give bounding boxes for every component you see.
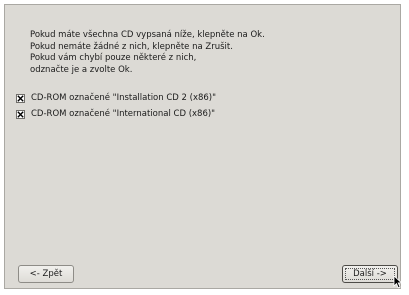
instruction-line: Pokud máte všechna CD vypsaná níže, klep… xyxy=(30,30,265,40)
x-check-icon xyxy=(17,94,24,102)
cd-item-label: CD-ROM označené "International CD (x86)" xyxy=(31,109,216,119)
instruction-line: Pokud nemáte žádné z nich, klepněte na Z… xyxy=(30,41,233,52)
focus-ring xyxy=(345,268,395,280)
checkbox[interactable] xyxy=(16,109,25,119)
instruction-line: Pokud vám chybí pouze některé z nich, xyxy=(30,53,197,63)
back-button[interactable]: <- Zpět xyxy=(18,265,74,283)
cd-item-installation-cd-2[interactable]: CD-ROM označené "Installation CD 2 (x86)… xyxy=(16,91,216,105)
cd-item-label: CD-ROM označené "Installation CD 2 (x86)… xyxy=(31,93,217,103)
next-button[interactable]: Další -> xyxy=(342,265,398,283)
instructions: Pokud máte všechna CD vypsaná níže, klep… xyxy=(30,30,265,76)
instruction-line: odznačte je a zvolte Ok. xyxy=(30,64,133,75)
cd-item-international-cd[interactable]: CD-ROM označené "International CD (x86)" xyxy=(16,107,216,121)
x-check-icon xyxy=(17,110,24,118)
cd-list: CD-ROM označené "Installation CD 2 (x86)… xyxy=(16,91,216,123)
checkbox[interactable] xyxy=(16,93,25,103)
mouse-pointer-icon xyxy=(393,275,403,289)
dialog-panel: Pokud máte všechna CD vypsaná níže, klep… xyxy=(4,4,401,289)
